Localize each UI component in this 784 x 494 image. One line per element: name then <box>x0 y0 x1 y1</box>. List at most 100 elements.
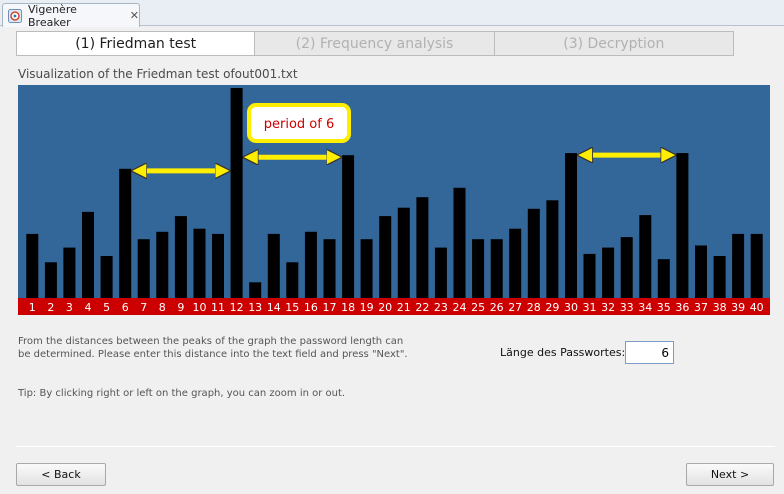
bar-27 <box>509 228 522 298</box>
tick-label-36: 36 <box>675 301 689 314</box>
tick-label-14: 14 <box>267 301 281 314</box>
bar-10 <box>193 228 206 298</box>
bar-24 <box>453 187 466 299</box>
tick-label-32: 32 <box>601 301 615 314</box>
tick-label-28: 28 <box>527 301 541 314</box>
tab-friedman-test[interactable]: (1) Friedman test <box>16 31 256 56</box>
tick-label-34: 34 <box>638 301 652 314</box>
bar-29 <box>546 200 559 298</box>
bar-16 <box>304 231 317 298</box>
bar-32 <box>602 247 615 298</box>
tick-label-37: 37 <box>694 301 708 314</box>
bar-35 <box>657 259 670 298</box>
tick-label-3: 3 <box>66 301 73 314</box>
password-length-input[interactable] <box>625 341 674 364</box>
tick-label-38: 38 <box>713 301 727 314</box>
bar-3 <box>63 247 76 298</box>
next-button[interactable]: Next > <box>686 463 774 486</box>
callout-text: period of 6 <box>264 117 334 132</box>
tick-label-30: 30 <box>564 301 578 314</box>
bar-12 <box>230 88 243 298</box>
bar-22 <box>416 197 429 298</box>
friedman-chart[interactable]: 1 2 3 4 5 6 7 8 9 10 11 12 13 14 15 16 17 18 19 20 21 22 23 24 2… <box>18 85 770 315</box>
tick-label-39: 39 <box>731 301 745 314</box>
bar-31 <box>583 253 596 298</box>
bar-1 <box>26 233 39 298</box>
bar-15 <box>286 262 299 298</box>
tick-label-12: 12 <box>230 301 244 314</box>
tick-label-18: 18 <box>341 301 355 314</box>
bar-17 <box>323 239 336 298</box>
close-icon[interactable]: ✕ <box>130 10 139 21</box>
tick-label-19: 19 <box>360 301 374 314</box>
tick-label-10: 10 <box>193 301 207 314</box>
bar-11 <box>212 233 224 298</box>
bar-14 <box>267 233 280 298</box>
explanation-text: From the distances between the peaks of … <box>18 336 408 360</box>
bar-39 <box>732 233 745 298</box>
bar-5 <box>100 256 113 298</box>
tick-label-11: 11 <box>211 301 225 314</box>
tick-label-24: 24 <box>453 301 467 314</box>
tick-label-6: 6 <box>122 301 129 314</box>
bar-13 <box>249 282 262 299</box>
editor-tab-label: Vigenère Breaker <box>28 2 77 29</box>
wizard-steps: (1) Friedman test (2) Frequency analysis… <box>16 31 734 56</box>
title-strip: Vigenère Breaker ✕ <box>0 0 784 29</box>
tick-label-26: 26 <box>490 301 504 314</box>
tick-label-1: 1 <box>29 301 36 314</box>
bar-9 <box>174 216 187 298</box>
bar-33 <box>620 237 633 298</box>
editor-tab[interactable]: Vigenère Breaker ✕ <box>2 2 140 29</box>
tick-label-29: 29 <box>545 301 559 314</box>
tick-label-7: 7 <box>140 301 147 314</box>
tick-label-5: 5 <box>103 301 110 314</box>
tick-label-9: 9 <box>177 301 184 314</box>
chart-title: Visualization of the Friedman test ofout… <box>18 67 298 81</box>
bar-37 <box>695 245 707 298</box>
tick-label-25: 25 <box>471 301 485 314</box>
tick-label-20: 20 <box>378 301 392 314</box>
bar-40 <box>750 233 763 298</box>
tick-label-27: 27 <box>508 301 522 314</box>
bar-19 <box>360 239 373 298</box>
tick-label-2: 2 <box>47 301 54 314</box>
tick-label-17: 17 <box>323 301 337 314</box>
bar-2 <box>44 262 57 298</box>
tick-label-21: 21 <box>397 301 411 314</box>
tick-label-40: 40 <box>750 301 764 314</box>
bar-30 <box>565 153 577 298</box>
vigenere-app-icon <box>8 8 22 23</box>
bar-25 <box>472 239 485 298</box>
tick-label-13: 13 <box>248 301 262 314</box>
tab-decryption[interactable]: (3) Decryption <box>494 31 734 56</box>
bar-26 <box>490 239 503 298</box>
bar-8 <box>156 231 169 298</box>
password-length-label: Länge des Passwortes: <box>500 346 626 359</box>
bar-36 <box>676 153 689 298</box>
tick-label-35: 35 <box>657 301 671 314</box>
tab-frequency-analysis[interactable]: (2) Frequency analysis <box>255 31 495 56</box>
back-button[interactable]: < Back <box>16 463 106 486</box>
bar-6 <box>119 168 132 298</box>
tick-label-4: 4 <box>85 301 92 314</box>
period-callout: period of 6 <box>247 103 351 143</box>
bar-21 <box>397 207 410 298</box>
tick-label-15: 15 <box>285 301 299 314</box>
tick-label-22: 22 <box>415 301 429 314</box>
bar-4 <box>82 211 94 298</box>
bar-7 <box>137 239 150 298</box>
tick-label-8: 8 <box>159 301 166 314</box>
tick-label-33: 33 <box>620 301 634 314</box>
bar-18 <box>342 155 355 298</box>
separator <box>16 446 775 447</box>
bar-20 <box>379 216 392 298</box>
bar-34 <box>639 215 652 298</box>
bar-28 <box>527 208 540 299</box>
bar-23 <box>434 247 447 298</box>
tick-label-23: 23 <box>434 301 448 314</box>
tip-text: Tip: By clicking right or left on the gr… <box>18 388 346 399</box>
tick-label-31: 31 <box>583 301 597 314</box>
tick-label-16: 16 <box>304 301 318 314</box>
bar-38 <box>713 256 726 298</box>
